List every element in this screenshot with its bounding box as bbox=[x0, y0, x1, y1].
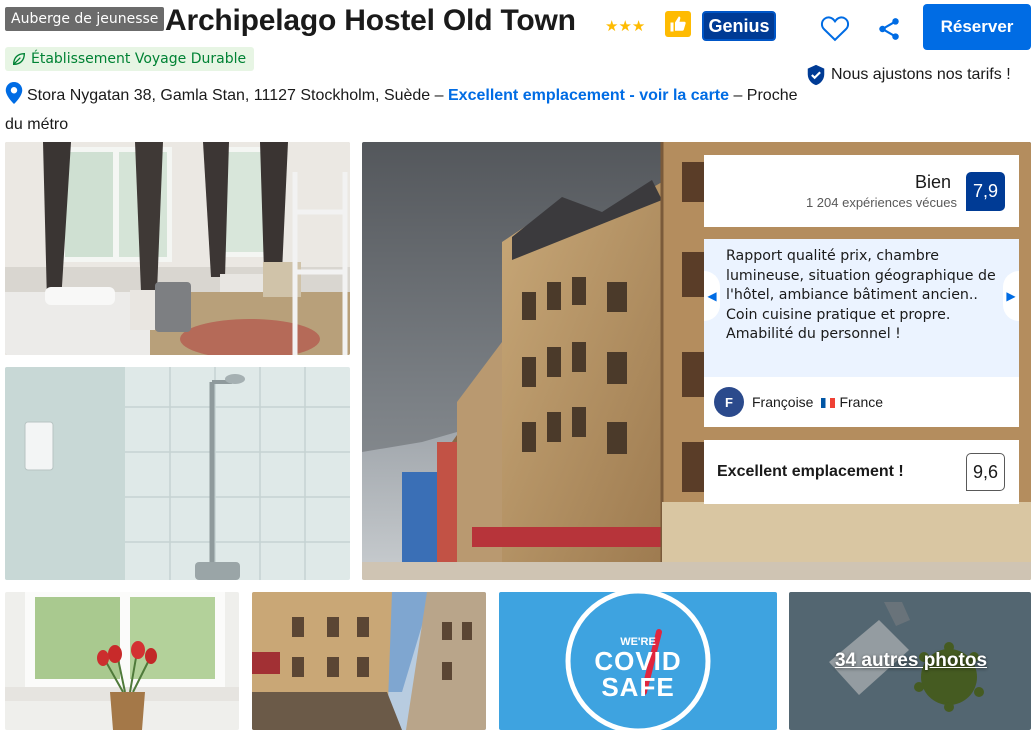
location-score-card[interactable]: Excellent emplacement ! 9,6 bbox=[704, 440, 1019, 504]
review-text: Rapport qualité prix, chambre lumineuse,… bbox=[704, 239, 1019, 377]
reviewer-country-label: France bbox=[839, 394, 884, 410]
next-review-button[interactable]: ▶ bbox=[1003, 271, 1019, 321]
review-count: 1 204 expériences vécues bbox=[805, 195, 957, 210]
price-match-label: Nous ajustons nos tarifs ! bbox=[831, 66, 1011, 83]
chevron-right-icon: ▶ bbox=[1006, 289, 1016, 303]
reviewer-name: Françoise bbox=[752, 394, 814, 410]
reviewer-info: F Françoise France bbox=[714, 387, 883, 417]
photo-bedroom[interactable] bbox=[5, 142, 350, 355]
covid-safe-text: WE'RE COVID SAFE bbox=[499, 636, 777, 700]
sustainable-travel-badge[interactable]: Établissement Voyage Durable bbox=[5, 47, 255, 71]
photo-tulips[interactable] bbox=[5, 592, 239, 730]
review-score-badge: 7,9 bbox=[966, 172, 1005, 211]
review-score-card[interactable]: Bien 1 204 expériences vécues 7,9 bbox=[704, 155, 1019, 227]
property-header: Auberge de jeunesse Archipelago Hostel O… bbox=[5, 4, 1033, 136]
genius-badge: Genius bbox=[702, 11, 776, 41]
more-photos-button[interactable]: 34 autres photos bbox=[789, 592, 1031, 730]
page-title: Archipelago Hostel Old Town bbox=[165, 4, 576, 37]
more-photos-label: 34 autres photos bbox=[834, 650, 988, 671]
bathroom-image bbox=[5, 367, 350, 580]
share-icon bbox=[879, 18, 899, 40]
location-label: Excellent emplacement ! bbox=[717, 463, 904, 480]
share-button[interactable] bbox=[876, 16, 904, 44]
tulips-image bbox=[5, 592, 239, 730]
sustainable-travel-label: Établissement Voyage Durable bbox=[31, 51, 247, 67]
avatar: F bbox=[714, 387, 744, 417]
score-word: Bien bbox=[914, 172, 951, 192]
street-view-image bbox=[252, 592, 486, 730]
photo-street-view[interactable] bbox=[252, 592, 486, 730]
photo-bathroom[interactable] bbox=[5, 367, 350, 580]
location-pin-icon bbox=[5, 82, 23, 104]
location-score-badge: 9,6 bbox=[966, 453, 1005, 491]
address-text: Stora Nygatan 38, Gamla Stan, 11127 Stoc… bbox=[27, 87, 431, 104]
covid-safe-line2: COVID bbox=[594, 646, 682, 676]
star-rating: ★★★ bbox=[605, 17, 646, 35]
price-match-notice[interactable]: Nous ajustons nos tarifs ! bbox=[805, 64, 1011, 86]
france-flag-icon bbox=[821, 398, 836, 408]
thumbs-up-icon bbox=[665, 11, 691, 37]
show-map-link[interactable]: Excellent emplacement - voir la carte bbox=[448, 87, 729, 104]
address-line: Stora Nygatan 38, Gamla Stan, 11127 Stoc… bbox=[5, 81, 805, 139]
heart-icon bbox=[820, 16, 850, 42]
reviewer-country: France bbox=[821, 394, 883, 410]
featured-review-card: Rapport qualité prix, chambre lumineuse,… bbox=[704, 239, 1019, 427]
reserve-button[interactable]: Réserver bbox=[923, 4, 1031, 50]
save-to-favorites-button[interactable] bbox=[820, 14, 852, 46]
chevron-left-icon: ◀ bbox=[707, 289, 717, 303]
leaf-icon bbox=[12, 52, 26, 66]
address-separator: – bbox=[430, 87, 448, 104]
shield-check-icon bbox=[807, 64, 825, 86]
covid-safe-badge[interactable]: WE'RE COVID SAFE bbox=[499, 592, 777, 730]
bedroom-image bbox=[5, 142, 350, 355]
covid-safe-line3: SAFE bbox=[601, 672, 675, 702]
property-type-badge: Auberge de jeunesse bbox=[5, 7, 165, 31]
